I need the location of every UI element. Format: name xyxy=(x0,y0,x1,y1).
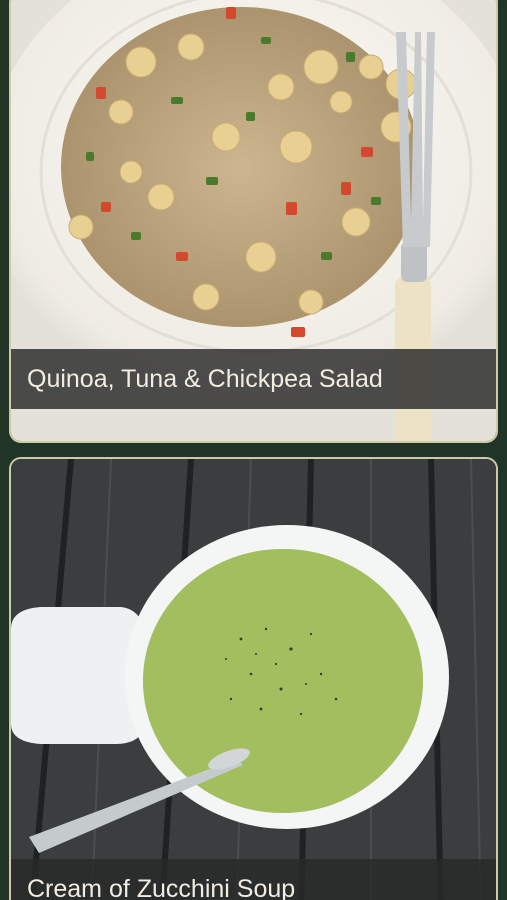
recipe-card-quinoa-salad[interactable]: Quinoa, Tuna & Chickpea Salad xyxy=(9,0,498,443)
recipe-title: Quinoa, Tuna & Chickpea Salad xyxy=(11,349,496,409)
recipe-list: Quinoa, Tuna & Chickpea Salad Cream of Z… xyxy=(0,0,507,900)
recipe-card-zucchini-soup[interactable]: Cream of Zucchini Soup xyxy=(9,457,498,900)
zucchini-soup-photo xyxy=(11,459,496,900)
recipe-title: Cream of Zucchini Soup xyxy=(11,859,496,900)
